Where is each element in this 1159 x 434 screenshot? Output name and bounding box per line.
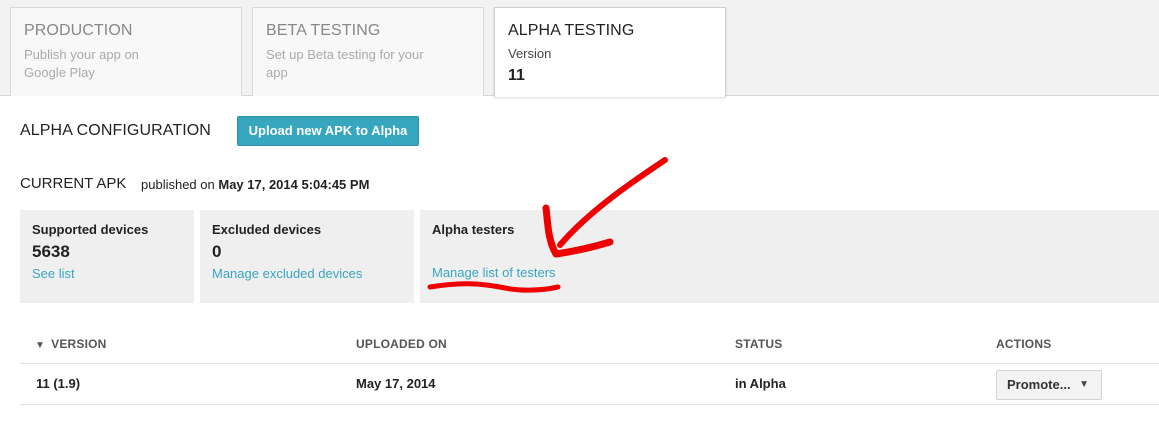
alpha-testers-label: Alpha testers [432,222,515,237]
tab-beta-title: BETA TESTING [266,22,381,39]
alpha-testers-card: Alpha testers Manage list of testers [420,210,1159,303]
manage-excluded-devices-link[interactable]: Manage excluded devices [212,266,362,281]
tab-production[interactable]: PRODUCTION Publish your app on Google Pl… [10,7,242,96]
excluded-devices-count: 0 [212,242,222,261]
caret-down-icon: ▼ [1079,379,1089,390]
row-uploaded-on: May 17, 2014 [356,376,436,391]
current-apk-heading: CURRENT APK [20,175,127,192]
column-status: STATUS [735,337,783,351]
tab-alpha-testing[interactable]: ALPHA TESTING Version 11 [494,7,726,97]
tab-beta-subtitle: Set up Beta testing for your app [266,47,424,80]
tab-production-subtitle: Publish your app on Google Play [24,47,139,80]
tab-alpha-title: ALPHA TESTING [508,22,635,39]
tab-alpha-subtitle: Version [508,46,552,61]
column-actions: ACTIONS [996,337,1052,351]
column-version-label: VERSION [51,337,107,351]
table-header: ▼ VERSION UPLOADED ON STATUS ACTIONS [20,326,1159,364]
table-row: 11 (1.9) May 17, 2014 in Alpha Promote..… [20,364,1159,405]
promote-button-label: Promote... [1007,377,1071,392]
row-version: 11 (1.9) [36,376,81,391]
published-date: May 17, 2014 5:04:45 PM [218,177,370,192]
manage-testers-link[interactable]: Manage list of testers [432,265,556,280]
excluded-devices-card: Excluded devices 0 Manage excluded devic… [200,210,414,303]
page-title: ALPHA CONFIGURATION [20,122,211,139]
supported-devices-count: 5638 [32,242,70,261]
tab-alpha-version: 11 [508,67,525,84]
upload-apk-button[interactable]: Upload new APK to Alpha [237,116,419,146]
tabs-bar: PRODUCTION Publish your app on Google Pl… [0,0,1159,97]
excluded-devices-label: Excluded devices [212,222,322,237]
see-list-link[interactable]: See list [32,266,75,281]
published-info: published on May 17, 2014 5:04:45 PM [141,177,369,192]
sort-down-icon: ▼ [35,340,46,351]
promote-button[interactable]: Promote... ▼ [996,370,1102,400]
published-prefix: published on [141,177,215,192]
column-uploaded-on: UPLOADED ON [356,337,447,351]
tab-production-title: PRODUCTION [24,22,133,39]
row-status: in Alpha [735,376,786,391]
column-version[interactable]: ▼ VERSION [35,337,107,351]
supported-devices-label: Supported devices [32,222,149,237]
tab-beta-testing[interactable]: BETA TESTING Set up Beta testing for you… [252,7,484,96]
supported-devices-card: Supported devices 5638 See list [20,210,194,303]
